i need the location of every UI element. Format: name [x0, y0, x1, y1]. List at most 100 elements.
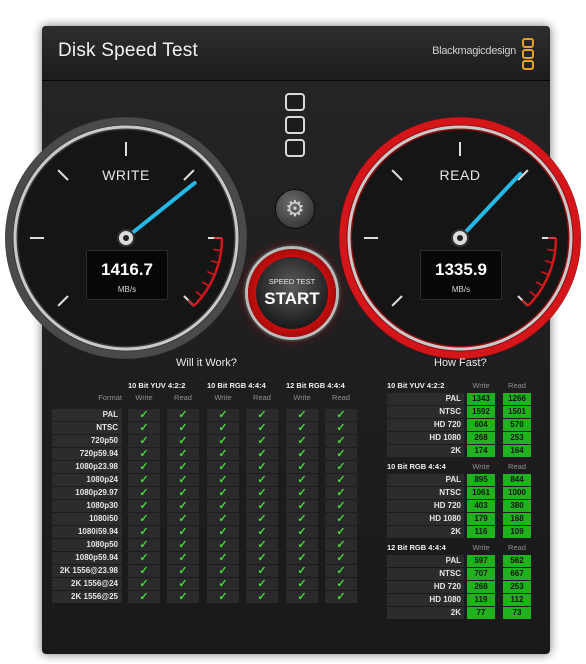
check-icon: ✓ — [325, 487, 357, 499]
speed-group-name: 10 Bit YUV 4:2:2 — [387, 381, 445, 390]
read-column-header: Read — [508, 381, 526, 390]
format-name: 2K 1556@25 — [52, 591, 122, 603]
settings-toggle-icon[interactable] — [285, 116, 305, 134]
table-row: NTSC 1592 1501 — [387, 406, 537, 418]
read-speed-cell: 109 — [503, 526, 531, 538]
start-button-label: START — [264, 289, 320, 308]
write-speed-cell: 707 — [467, 568, 495, 580]
format-name: PAL — [387, 555, 464, 567]
table-row: 1080p50 ✓ ✓ ✓ ✓ ✓ ✓ — [52, 539, 366, 551]
check-icon: ✓ — [128, 591, 160, 603]
table-row: 1080i59.94 ✓ ✓ ✓ ✓ ✓ ✓ — [52, 526, 366, 538]
check-icon: ✓ — [246, 435, 278, 447]
check-icon: ✓ — [128, 448, 160, 460]
format-name: NTSC — [387, 487, 464, 499]
read-speed-cell: 112 — [503, 594, 531, 606]
table-row: 1080p29.97 ✓ ✓ ✓ ✓ ✓ ✓ — [52, 487, 366, 499]
read-column-header: Read — [508, 543, 526, 552]
check-icon: ✓ — [167, 578, 199, 590]
read-gauge-dial — [339, 117, 581, 359]
format-group-header: 10 Bit YUV 4:2:2 — [128, 381, 186, 390]
check-icon: ✓ — [325, 591, 357, 603]
speed-group-header-row: 10 Bit YUV 4:2:2 Write Read — [387, 380, 537, 392]
read-speed-readout: 1335.9 MB/s — [420, 250, 502, 300]
check-icon: ✓ — [286, 448, 318, 460]
format-group-header-row: 10 Bit YUV 4:2:2 10 Bit RGB 4:4:4 12 Bit R… — [52, 380, 366, 392]
gear-icon[interactable]: ⚙ — [275, 189, 315, 229]
read-speed-cell: 844 — [503, 474, 531, 486]
check-icon: ✓ — [207, 578, 239, 590]
read-column-header: Read — [174, 393, 192, 402]
write-speed-cell: 597 — [467, 555, 495, 567]
check-icon: ✓ — [207, 435, 239, 447]
table-row: 2K 174 164 — [387, 445, 537, 457]
table-row: 1080p23.98 ✓ ✓ ✓ ✓ ✓ ✓ — [52, 461, 366, 473]
check-icon: ✓ — [167, 526, 199, 538]
settings-toggle-icon[interactable] — [285, 93, 305, 111]
window-title: Disk Speed Test — [58, 40, 198, 61]
will-it-work-table: 10 Bit YUV 4:2:2 10 Bit RGB 4:4:4 12 Bit R… — [52, 380, 366, 603]
table-row: 1080p24 ✓ ✓ ✓ ✓ ✓ ✓ — [52, 474, 366, 486]
speed-group: 10 Bit YUV 4:2:2 Write Read PAL 1343 1266 NTSC… — [387, 380, 537, 457]
table-row: 720p50 ✓ ✓ ✓ ✓ ✓ ✓ — [52, 435, 366, 447]
check-icon: ✓ — [325, 539, 357, 551]
settings-toggle-icon[interactable] — [285, 139, 305, 157]
format-name: 1080p29.97 — [52, 487, 122, 499]
table-row: PAL 597 562 — [387, 555, 537, 567]
format-name: PAL — [52, 409, 122, 421]
check-icon: ✓ — [246, 474, 278, 486]
check-icon: ✓ — [246, 461, 278, 473]
check-icon: ✓ — [167, 461, 199, 473]
check-icon: ✓ — [325, 409, 357, 421]
check-icon: ✓ — [246, 448, 278, 460]
read-speed-cell: 667 — [503, 568, 531, 580]
start-button[interactable]: SPEED TEST START — [248, 249, 336, 337]
check-icon: ✓ — [325, 448, 357, 460]
check-icon: ✓ — [286, 422, 318, 434]
format-name: HD 1080 — [387, 594, 464, 606]
check-icon: ✓ — [167, 422, 199, 434]
table-row: PAL 1343 1266 — [387, 393, 537, 405]
write-speed-cell: 174 — [467, 445, 495, 457]
check-icon: ✓ — [207, 513, 239, 525]
check-icon: ✓ — [246, 552, 278, 564]
format-name: 1080p24 — [52, 474, 122, 486]
read-speed-cell: 562 — [503, 555, 531, 567]
brand-logo-icon — [522, 38, 536, 70]
table-row: 2K 116 109 — [387, 526, 537, 538]
write-column-header: Write — [293, 393, 311, 402]
check-icon: ✓ — [207, 448, 239, 460]
read-speed-cell: 380 — [503, 500, 531, 512]
check-icon: ✓ — [325, 565, 357, 577]
speed-group-name: 10 Bit RGB 4:4:4 — [387, 462, 446, 471]
speed-group-name: 12 Bit RGB 4:4:4 — [387, 543, 446, 552]
check-icon: ✓ — [207, 422, 239, 434]
table-row: NTSC 707 667 — [387, 568, 537, 580]
read-speed-cell: 1266 — [503, 393, 531, 405]
table-row: PAL 895 844 — [387, 474, 537, 486]
read-gauge-needle-pin — [457, 235, 463, 241]
check-icon: ✓ — [286, 513, 318, 525]
write-speed-cell: 1061 — [467, 487, 495, 499]
format-name: NTSC — [387, 568, 464, 580]
check-icon: ✓ — [286, 539, 318, 551]
write-gauge-dial — [5, 117, 247, 359]
format-name: PAL — [387, 393, 464, 405]
format-name: 720p59.94 — [52, 448, 122, 460]
start-button-caption: SPEED TEST — [268, 277, 316, 286]
format-name: HD 720 — [387, 500, 464, 512]
settings-toggles[interactable] — [281, 93, 309, 162]
write-speed-cell: 268 — [467, 581, 495, 593]
write-speed-cell: 403 — [467, 500, 495, 512]
table-row: 2K 77 73 — [387, 607, 537, 619]
write-speed-cell: 895 — [467, 474, 495, 486]
start-button-face[interactable]: SPEED TEST START — [256, 257, 328, 329]
check-icon: ✓ — [246, 591, 278, 603]
table-row: NTSC ✓ ✓ ✓ ✓ ✓ ✓ — [52, 422, 366, 434]
check-icon: ✓ — [207, 461, 239, 473]
write-gauge: WRITE 1416.7 MB/s — [3, 115, 249, 361]
will-it-work-title: Will it Work? — [176, 357, 237, 369]
write-gauge-needle-pin — [123, 235, 129, 241]
format-name: 1080i59.94 — [52, 526, 122, 538]
check-icon: ✓ — [167, 565, 199, 577]
